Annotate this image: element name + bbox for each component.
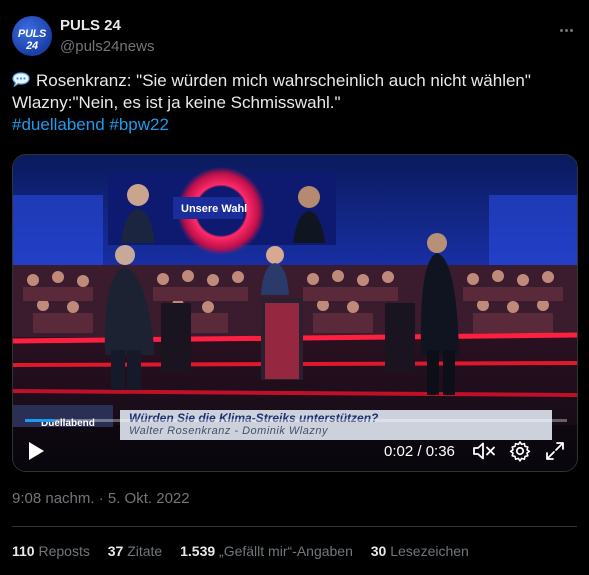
hashtag-duellabend[interactable]: #duellabend (12, 115, 105, 134)
reposts-label: Reposts (38, 543, 90, 559)
bookmarks-stat[interactable]: 30 Lesezeichen (371, 543, 469, 559)
progress-fill (25, 419, 55, 422)
engagement-stats: 110 Reposts 37 Zitate 1.539 „Gefällt mir… (12, 543, 483, 559)
quotes-label: Zitate (127, 543, 163, 559)
video-controls: 0:02 / 0:36 (13, 433, 577, 469)
progress-bar[interactable] (25, 419, 567, 422)
tweet-line-1: Rosenkranz: "Sie würden mich wahrscheinl… (36, 71, 531, 90)
quotes-stat[interactable]: 37 Zitate (108, 543, 162, 559)
speech-balloon-icon (12, 71, 30, 88)
account-handle[interactable]: @puls24news (60, 38, 154, 55)
likes-stat[interactable]: 1.539 „Gefällt mir“-Angaben (180, 543, 353, 559)
fullscreen-icon[interactable] (545, 441, 565, 461)
video-player[interactable]: Unsere Wahl Duellabend Würden Sie die Kl… (12, 154, 578, 472)
screen-title: Unsere Wahl (181, 203, 248, 215)
avatar-logo-text: PULS 24 (17, 28, 47, 52)
reposts-count: 110 (12, 543, 35, 559)
reposts-stat[interactable]: 110 Reposts (12, 543, 90, 559)
tweet-header: PULS 24 PULS 24 @puls24news (12, 14, 577, 58)
video-time: 0:02 / 0:36 (384, 443, 455, 460)
tweet-timestamp[interactable]: 9:08 nachm. · 5. Okt. 2022 (12, 490, 190, 507)
bookmarks-count: 30 (370, 543, 387, 559)
mute-icon[interactable] (472, 441, 496, 461)
divider (12, 526, 577, 527)
likes-count: 1.539 (180, 543, 216, 559)
quotes-count: 37 (107, 543, 124, 559)
caption-question: Würden Sie die Klima-Streiks unterstütze… (129, 411, 379, 425)
hashtag-bpw22[interactable]: #bpw22 (109, 115, 169, 134)
play-icon[interactable] (27, 441, 45, 461)
avatar[interactable]: PULS 24 (12, 16, 52, 56)
likes-label: „Gefällt mir“-Angaben (219, 543, 353, 559)
account-name[interactable]: PULS 24 (60, 17, 121, 34)
settings-gear-icon[interactable] (509, 440, 531, 462)
tweet-line-2: Wlazny:"Nein, es ist ja keine Schmisswah… (12, 93, 341, 112)
bookmarks-label: Lesezeichen (390, 543, 469, 559)
more-options-icon[interactable] (555, 20, 577, 40)
tweet-text: Rosenkranz: "Sie würden mich wahrscheinl… (12, 70, 577, 136)
